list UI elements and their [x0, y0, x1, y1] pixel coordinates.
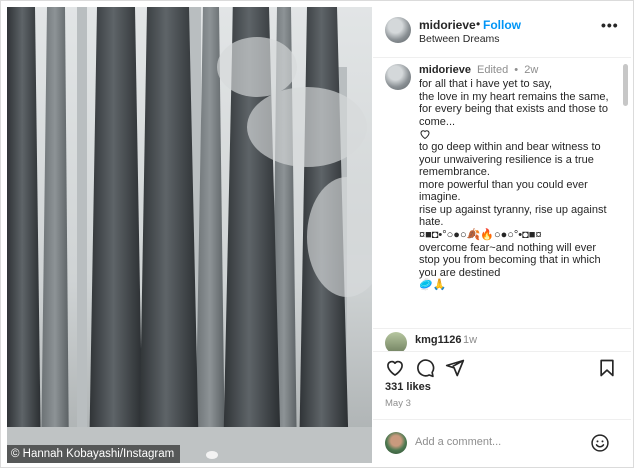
caption-author-avatar[interactable] — [385, 64, 411, 90]
redwood-forest-image — [7, 7, 372, 463]
send-icon[interactable] — [445, 358, 465, 378]
separator-dot: • — [476, 17, 481, 31]
comment-row: kmg1126 1w — [373, 329, 631, 351]
caption-line: you are destined — [419, 266, 501, 279]
post-details-panel: midorieve • Follow Between Dreams ••• mi… — [373, 7, 631, 463]
caption-line: more powerful than you could ever — [419, 178, 588, 191]
caption-line: your unwaivering resilience is a true — [419, 153, 594, 166]
post-location[interactable]: Between Dreams — [419, 33, 500, 45]
caption-line: hate. — [419, 216, 444, 228]
caption-line: come... — [419, 115, 456, 128]
caption-line: imagine. — [419, 191, 461, 203]
heart-icon[interactable] — [385, 358, 405, 378]
add-comment-bar — [373, 419, 631, 464]
caption-text: for all that i have yet to say, the love… — [419, 78, 625, 292]
caption-line: for all that i have yet to say, — [419, 78, 553, 90]
caption-line: to go deep within and bear witness to — [419, 141, 601, 153]
post-header: midorieve • Follow Between Dreams ••• — [373, 7, 631, 58]
caption-edited: Edited — [477, 64, 509, 76]
post-date: May 3 — [385, 398, 411, 409]
comment-time: 1w — [463, 334, 478, 346]
author-avatar[interactable] — [385, 17, 411, 43]
caption-line: rise up against tyranny, rise up against — [419, 203, 607, 216]
likes-count[interactable]: 331 likes — [385, 381, 431, 393]
caption-closing-emojis: 🥏🙏 — [419, 279, 447, 291]
caption-symbol-line: ¤■◘•°○●○🍂🔥○●○°•◘■¤ — [419, 228, 542, 241]
caption-line: overcome fear~and nothing will ever — [419, 241, 597, 254]
commenter-avatar[interactable] — [385, 332, 407, 351]
instagram-post-frame: © Hannah Kobayashi/Instagram midorieve •… — [0, 0, 634, 468]
smiley-icon[interactable] — [590, 433, 610, 453]
add-comment-input[interactable] — [415, 433, 575, 451]
viewer-avatar — [385, 432, 407, 454]
bookmark-icon[interactable] — [597, 358, 617, 378]
post-photo[interactable]: © Hannah Kobayashi/Instagram — [7, 7, 372, 463]
comment-icon[interactable] — [415, 358, 435, 378]
caption-header: midorieve Edited • 2w — [419, 64, 538, 76]
action-bar — [373, 351, 631, 382]
caption-line: for every being that exists and those to — [419, 103, 608, 115]
photo-credit: © Hannah Kobayashi/Instagram — [7, 445, 181, 463]
white-heart-icon — [419, 128, 625, 141]
caption-time: 2w — [524, 64, 539, 76]
caption-dot: • — [514, 64, 519, 76]
caption-line: remembrance. — [419, 166, 490, 178]
follow-button[interactable]: Follow — [483, 18, 521, 32]
caption-line: stop you from becoming that in which — [419, 254, 601, 266]
caption-username[interactable]: midorieve — [419, 64, 471, 76]
more-options-icon[interactable]: ••• — [601, 17, 619, 33]
commenter-username[interactable]: kmg1126 — [415, 334, 461, 346]
caption-section: midorieve Edited • 2w for all that i hav… — [373, 58, 631, 329]
author-username[interactable]: midorieve — [419, 18, 476, 32]
caption-line: the love in my heart remains the same, — [419, 90, 609, 103]
caption-scrollbar[interactable] — [623, 64, 628, 106]
